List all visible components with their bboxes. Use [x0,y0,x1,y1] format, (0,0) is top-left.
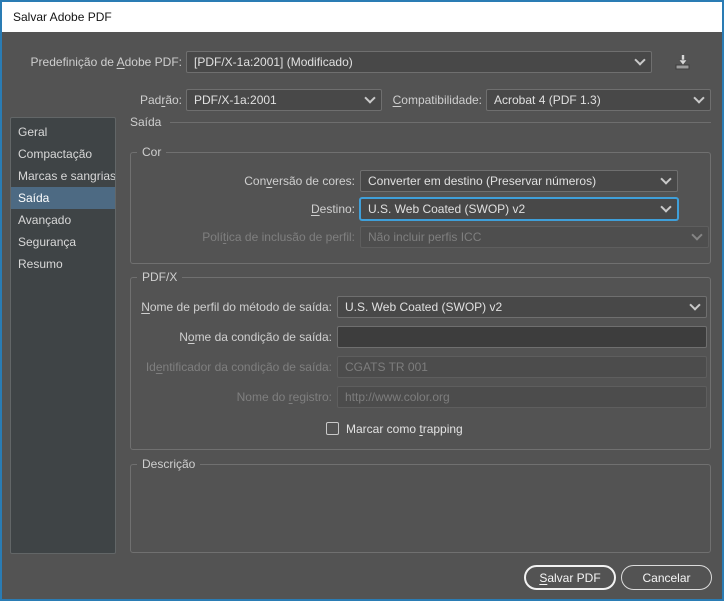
sidebar-item-seguranca[interactable]: Segurança [11,231,115,253]
profile-policy-label: Política de inclusão de perfil: [202,230,355,244]
save-pdf-button[interactable]: Salvar PDF [524,565,616,590]
trapping-checkbox-label[interactable]: Marcar como trapping [346,419,463,439]
destination-dropdown[interactable]: U.S. Web Coated (SWOP) v2 [360,198,678,220]
titlebar[interactable]: Salvar Adobe PDF [2,2,722,32]
output-intent-profile-label: Nome de perfil do método de saída: [141,300,332,314]
output-condition-name-label: Nome da condição de saída: [179,330,332,344]
chevron-down-icon [634,54,646,66]
description-group: Descrição [130,457,711,553]
output-condition-name-input[interactable] [337,326,707,348]
window-title: Salvar Adobe PDF [13,10,112,24]
panel-title: Saída [130,114,711,130]
compatibility-label: Compatibilidade: [392,93,482,107]
destination-label: Destino: [310,202,355,216]
sidebar-item-compactacao[interactable]: Compactação [11,143,115,165]
chevron-down-icon [693,92,705,104]
sidebar-item-saida[interactable]: Saída [11,187,115,209]
settings-sidebar: Geral Compactação Marcas e sangrias Saíd… [10,117,116,554]
save-preset-button[interactable] [668,51,698,73]
output-condition-id-input: CGATS TR 001 [337,356,707,378]
sidebar-item-resumo[interactable]: Resumo [11,253,115,275]
color-conversion-label: Conversão de cores: [244,174,355,188]
sidebar-item-avancado[interactable]: Avançado [11,209,115,231]
chevron-down-icon [689,299,701,311]
cancel-button[interactable]: Cancelar [621,565,712,590]
standard-label: Padrão: [139,93,182,107]
preset-dropdown[interactable]: [PDF/X-1a:2001] (Modificado) [186,51,652,73]
profile-policy-dropdown: Não incluir perfis ICC [360,226,709,248]
color-conversion-dropdown[interactable]: Converter em destino (Preservar números) [360,170,678,192]
pdfx-group-title: PDF/X [137,270,183,285]
divider [170,122,711,123]
download-icon [675,55,690,70]
registry-name-input: http://www.color.org [337,386,707,408]
chevron-down-icon [660,173,672,185]
registry-name-label: Nome do registro: [236,390,332,404]
description-content [131,465,710,485]
output-condition-id-label: Identificador da condição de saída: [145,360,332,374]
preset-label: Predefinição de Adobe PDF: [30,55,182,69]
compatibility-dropdown[interactable]: Acrobat 4 (PDF 1.3) [486,89,711,111]
output-intent-profile-dropdown[interactable]: U.S. Web Coated (SWOP) v2 [337,296,707,318]
chevron-down-icon [691,229,703,241]
color-group-title: Cor [137,145,167,160]
sidebar-item-marcas-e-sangrias[interactable]: Marcas e sangrias [11,165,115,187]
save-adobe-pdf-dialog: Salvar Adobe PDF Predefinição de Adobe P… [0,0,724,601]
sidebar-item-geral[interactable]: Geral [11,121,115,143]
trapping-checkbox[interactable] [326,422,339,435]
chevron-down-icon [660,201,672,213]
description-group-title: Descrição [137,457,201,472]
